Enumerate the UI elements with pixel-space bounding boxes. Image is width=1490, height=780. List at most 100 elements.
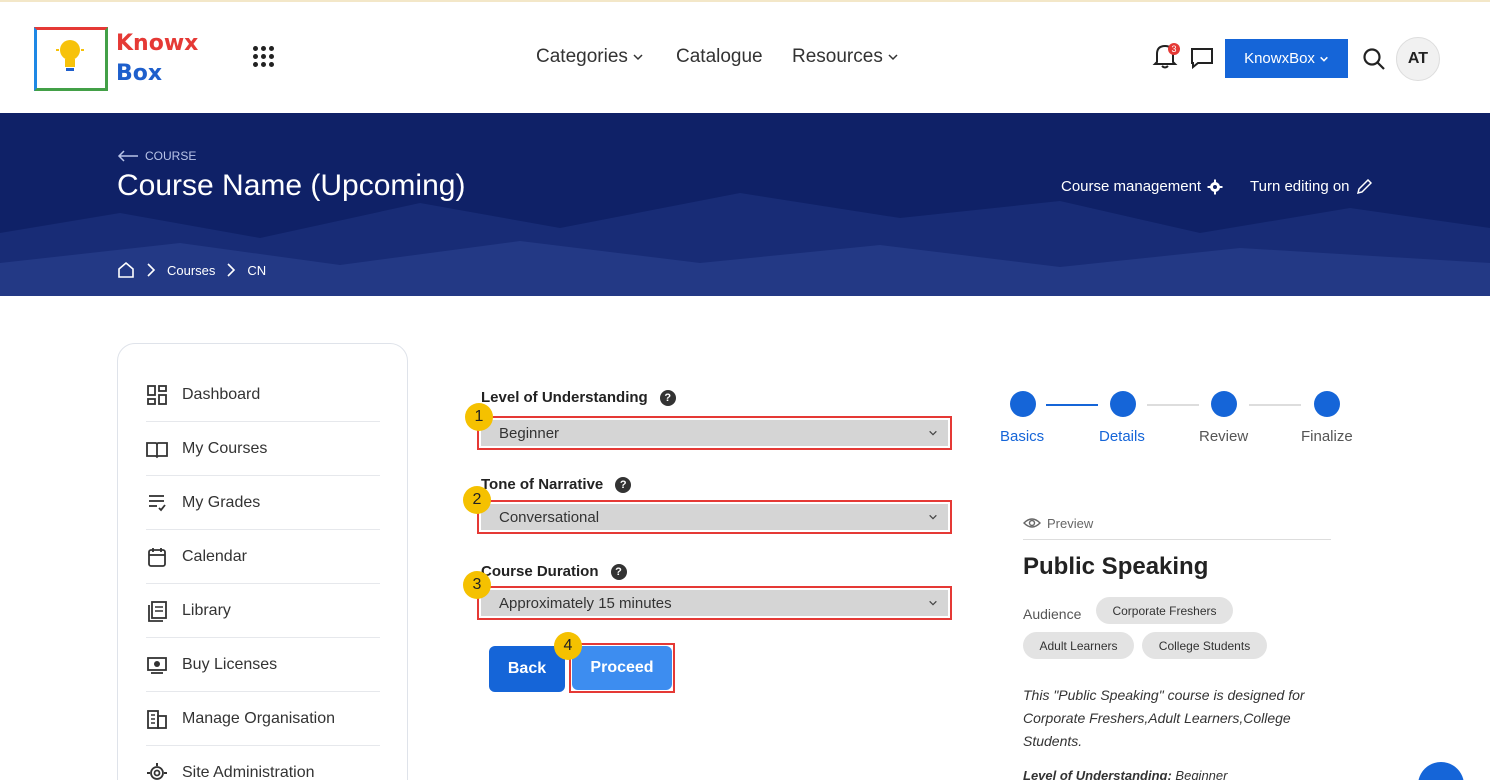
stepper-dot-finalize[interactable] [1314,391,1340,417]
sidebar-item-label: Site Administration [182,764,315,780]
user-avatar[interactable]: AT [1396,37,1440,81]
duration-selected-value: Approximately 15 minutes [499,594,672,612]
level-of-understanding-select[interactable]: Beginner [477,416,952,450]
back-button[interactable]: Back [489,646,565,692]
sidebar-item-label: Buy Licenses [182,655,278,673]
chevron-down-icon [633,54,643,61]
gear-icon [1207,179,1223,194]
course-management-link[interactable]: Course management [1061,178,1223,195]
chevron-right-icon [147,263,156,277]
back-to-course-link[interactable]: COURSE [117,149,196,163]
help-icon[interactable]: ? [659,389,676,406]
sidebar-item-manage-organisation[interactable]: Manage Organisation [146,692,380,746]
stepper-dot-review[interactable] [1211,391,1237,417]
help-icon[interactable]: ? [615,476,632,493]
proceed-button[interactable]: Proceed [572,646,672,690]
sidebar-item-library[interactable]: Library [146,584,380,638]
apps-grid-icon[interactable] [253,46,275,68]
level-of-understanding-label: Level of Understanding ? [481,389,676,406]
sidebar-item-my-courses[interactable]: My Courses [146,422,380,476]
stepper-label-review[interactable]: Review [1199,428,1248,445]
dashboard-icon [147,384,167,405]
tone-of-narrative-select[interactable]: Conversational [477,500,952,534]
sidebar-item-dashboard[interactable]: Dashboard [146,368,380,422]
sidebar-item-label: Library [182,601,231,619]
search-icon[interactable] [1362,47,1386,71]
preview-description: This "Public Speaking" course is designe… [1023,687,1305,749]
chevron-right-icon [227,263,236,277]
tone-selected-value: Conversational [499,508,600,526]
level-select-box[interactable]: Beginner [481,420,948,446]
preview-header: Preview [1023,516,1331,540]
audience-chip: Corporate Freshers [1096,597,1233,624]
gear-icon [147,763,167,780]
pencil-icon [1356,178,1372,194]
sidebar-item-site-administration[interactable]: Site Administration [146,746,380,780]
help-icon[interactable]: ? [610,563,627,580]
turn-editing-on-link[interactable]: Turn editing on [1250,178,1372,195]
audience-chip: Adult Learners [1023,632,1134,659]
stepper-dot-basics[interactable] [1010,391,1036,417]
notification-count-badge: 3 [1168,43,1180,55]
sidebar-item-buy-licenses[interactable]: Buy Licenses [146,638,380,692]
top-navigation-bar: Knowx Box Categories Catalogue Resources… [0,0,1490,113]
arrow-left-icon [117,150,138,162]
preview-heading: Preview [1047,516,1094,531]
organisation-icon [147,709,167,729]
stepper-connector-2 [1147,404,1199,406]
audience-label: Audience [1023,606,1082,622]
sidebar-item-calendar[interactable]: Calendar [146,530,380,584]
annotation-badge-2: 2 [463,486,491,514]
sidebar-item-label: Dashboard [182,385,261,403]
lightbulb-icon [56,40,84,71]
sidebar-item-my-grades[interactable]: My Grades [146,476,380,530]
tone-of-narrative-label: Tone of Narrative ? [481,476,632,493]
calendar-icon [148,547,166,567]
book-icon [146,441,168,458]
sidebar-item-label: Manage Organisation [182,709,335,727]
nav-resources-label: Resources [792,46,883,67]
course-duration-label: Course Duration ? [481,563,627,580]
help-floating-button[interactable] [1418,762,1464,780]
tone-label-text: Tone of Narrative [481,476,604,493]
preview-course-title: Public Speaking [1023,553,1209,580]
org-switcher-button[interactable]: KnowxBox [1225,39,1348,78]
library-icon [148,600,167,622]
chat-icon[interactable] [1190,46,1214,70]
stepper-connector-1 [1046,404,1098,406]
stepper-connector-3 [1249,404,1301,406]
duration-label-text: Course Duration [481,563,599,580]
preview-lou-label: Level of Understanding: [1023,768,1172,780]
page-title: Course Name (Upcoming) [117,169,466,202]
audience-chip: College Students [1142,632,1267,659]
annotation-badge-4: 4 [554,632,582,660]
home-icon[interactable] [117,261,135,279]
nav-resources[interactable]: Resources [792,46,899,68]
banner-mountains-decoration [0,193,1490,296]
stepper-label-details[interactable]: Details [1099,428,1145,445]
duration-select-box[interactable]: Approximately 15 minutes [481,590,948,616]
breadcrumb-courses[interactable]: Courses [167,263,215,278]
chevron-down-icon [1320,56,1328,62]
stepper-dot-details[interactable] [1110,391,1136,417]
knowxbox-logo[interactable]: Knowx Box [34,27,209,91]
nav-categories[interactable]: Categories [536,46,644,68]
preview-lou-value: Beginner [1175,768,1228,780]
course-management-label: Course management [1061,178,1202,195]
chevron-down-icon [929,430,937,436]
breadcrumb-cn[interactable]: CN [247,263,266,278]
stepper-label-finalize[interactable]: Finalize [1301,428,1353,445]
sidebar-menu: Dashboard My Courses My Grades Calendar … [117,343,408,780]
stepper-label-basics[interactable]: Basics [1000,428,1044,445]
logo-text-box: Box [116,61,163,86]
sidebar-item-label: My Courses [182,439,268,457]
annotation-badge-1: 1 [465,403,493,431]
nav-catalogue-label: Catalogue [676,46,763,67]
level-selected-value: Beginner [499,424,560,442]
annotation-badge-3: 3 [463,571,491,599]
sidebar-item-label: Calendar [182,547,247,565]
tone-select-box[interactable]: Conversational [481,504,948,530]
chevron-down-icon [929,600,937,606]
nav-catalogue[interactable]: Catalogue [676,46,763,68]
course-duration-select[interactable]: Approximately 15 minutes [477,586,952,620]
